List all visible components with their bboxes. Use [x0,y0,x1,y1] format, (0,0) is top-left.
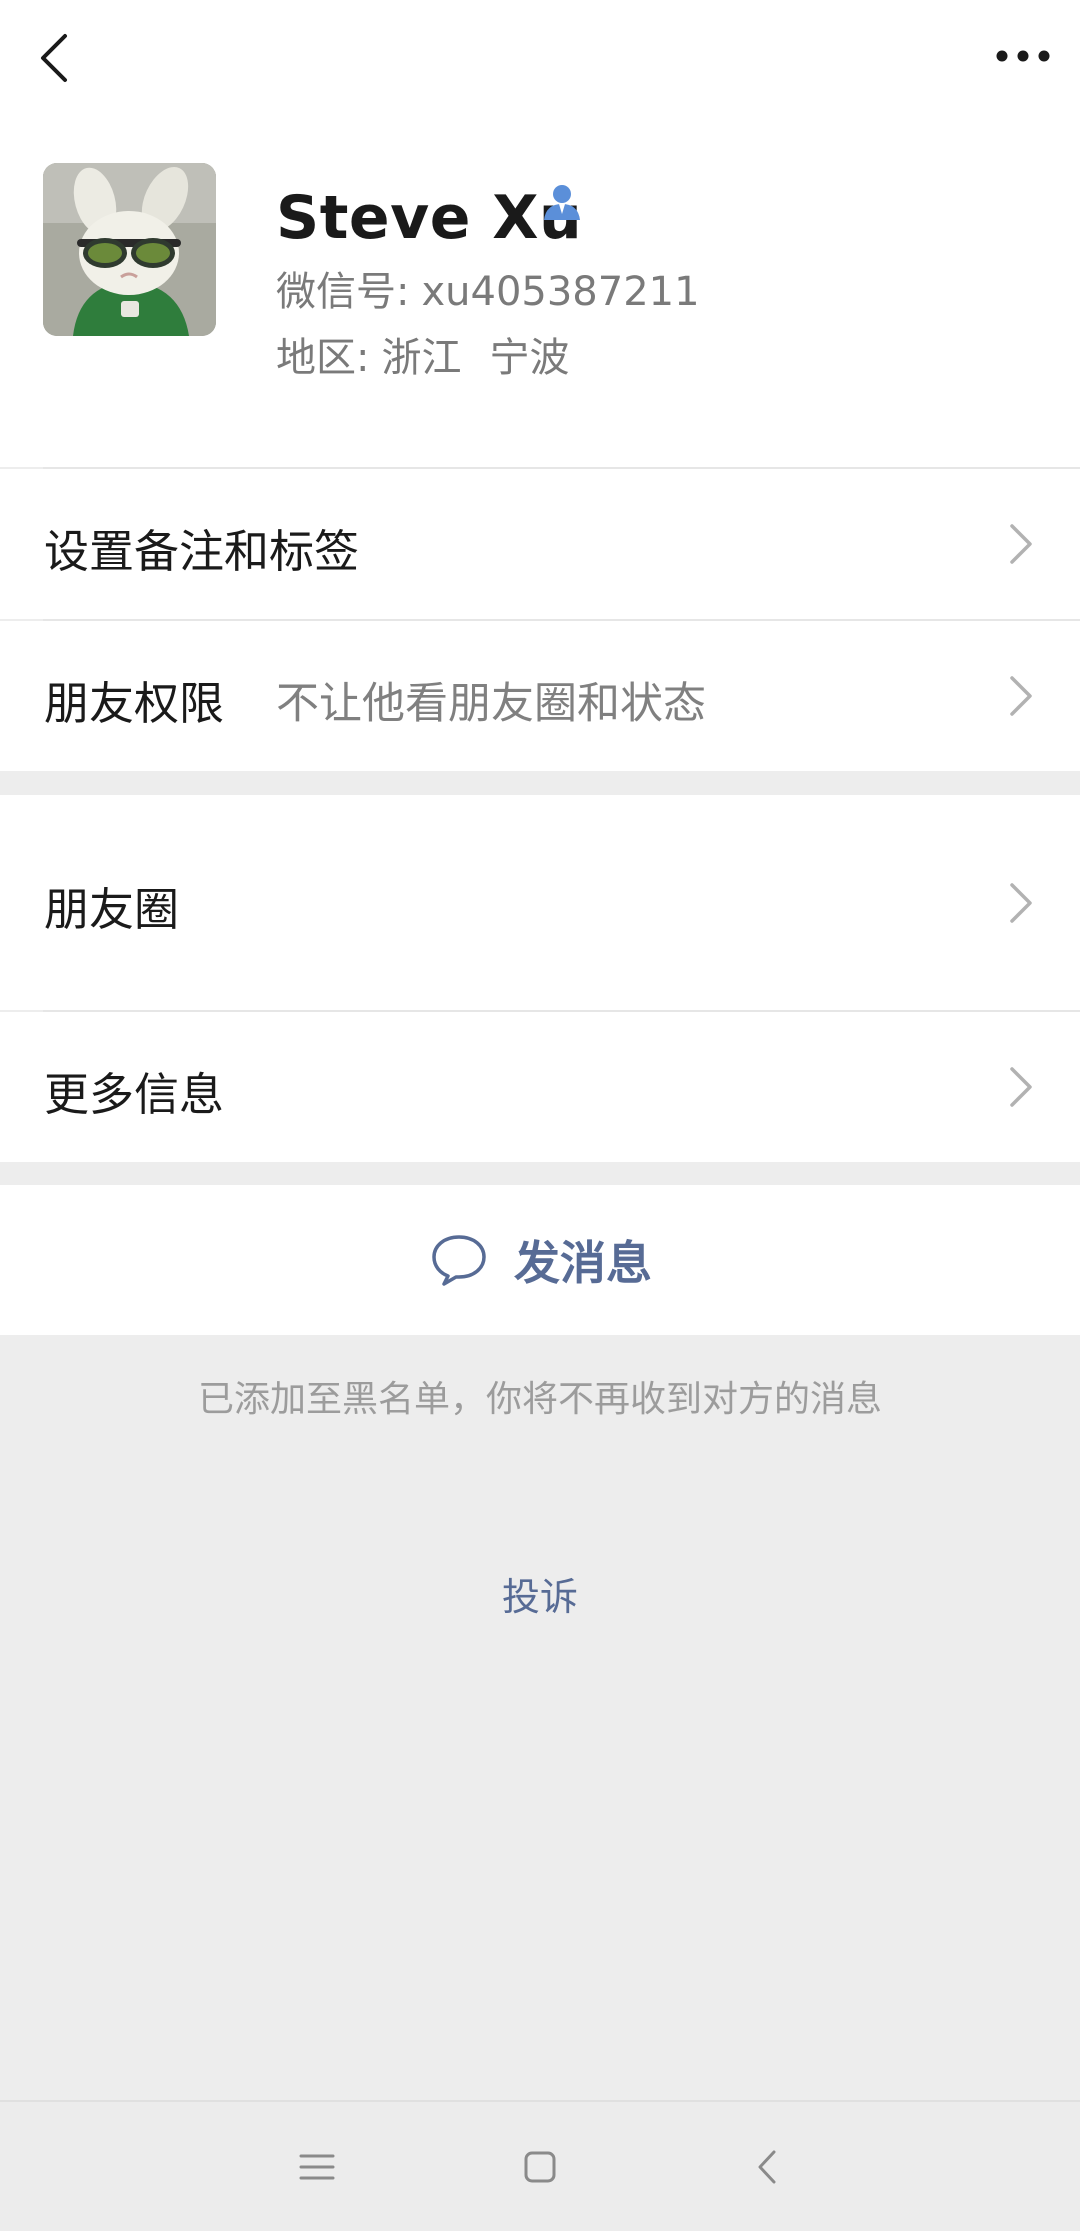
remark-tags-row[interactable]: 设置备注和标签 [0,469,1080,619]
contact-name: Steve Xu [276,183,583,253]
avatar[interactable] [43,163,216,336]
nav-menu-button[interactable] [282,2132,352,2202]
more-info-label: 更多信息 [44,1068,225,1121]
wechat-id-row: 微信号: xu405387211 [276,264,700,320]
remark-tags-label: 设置备注和标签 [44,525,360,578]
moments-label: 朋友圈 [44,883,180,936]
menu-lines-icon [299,2154,335,2180]
region-row: 地区: 浙江 宁波 [276,330,569,386]
region-province: 浙江 [381,335,462,381]
home-square-icon [524,2151,556,2183]
chat-bubble-icon [432,1235,486,1286]
region-label: 地区: [276,335,370,381]
more-dots-icon [996,50,1050,62]
chevron-left-icon [41,34,67,82]
moments-row[interactable]: 朋友圈 [0,795,1080,1010]
send-message-content: 发消息 [430,1185,652,1335]
friend-permission-value: 不让他看朋友圈和状态 [276,679,706,729]
top-bar [0,0,1080,130]
more-button[interactable] [988,26,1058,86]
nav-home-button[interactable] [505,2132,575,2202]
chevron-right-icon [1010,1067,1032,1107]
more-info-row[interactable]: 更多信息 [0,1012,1080,1162]
profile-header: Steve Xu 微信号: xu405387211 地区: 浙江 宁波 [0,130,1080,467]
wechat-id-value: xu405387211 [421,269,700,315]
avatar-image [43,163,216,336]
nav-back-icon [758,2150,776,2184]
contact-person-icon [544,185,580,220]
back-button[interactable] [26,20,82,96]
chevron-right-icon [1010,676,1032,716]
chevron-right-icon [1010,524,1032,564]
region-city: 宁波 [489,335,570,381]
blacklist-notice: 已添加至黑名单，你将不再收到对方的消息 [197,1379,882,1420]
nav-back-button[interactable] [732,2132,802,2202]
system-nav-bar [0,2100,1080,2231]
wechat-id-label: 微信号: [276,269,410,315]
friend-permission-label: 朋友权限 [44,677,225,730]
send-message-label: 发消息 [514,1236,652,1290]
send-message-button[interactable]: 发消息 [0,1185,1080,1335]
chevron-right-icon [1010,883,1032,923]
complain-link[interactable]: 投诉 [0,1566,1080,1621]
friend-permission-row[interactable]: 朋友权限 不让他看朋友圈和状态 [0,621,1080,771]
